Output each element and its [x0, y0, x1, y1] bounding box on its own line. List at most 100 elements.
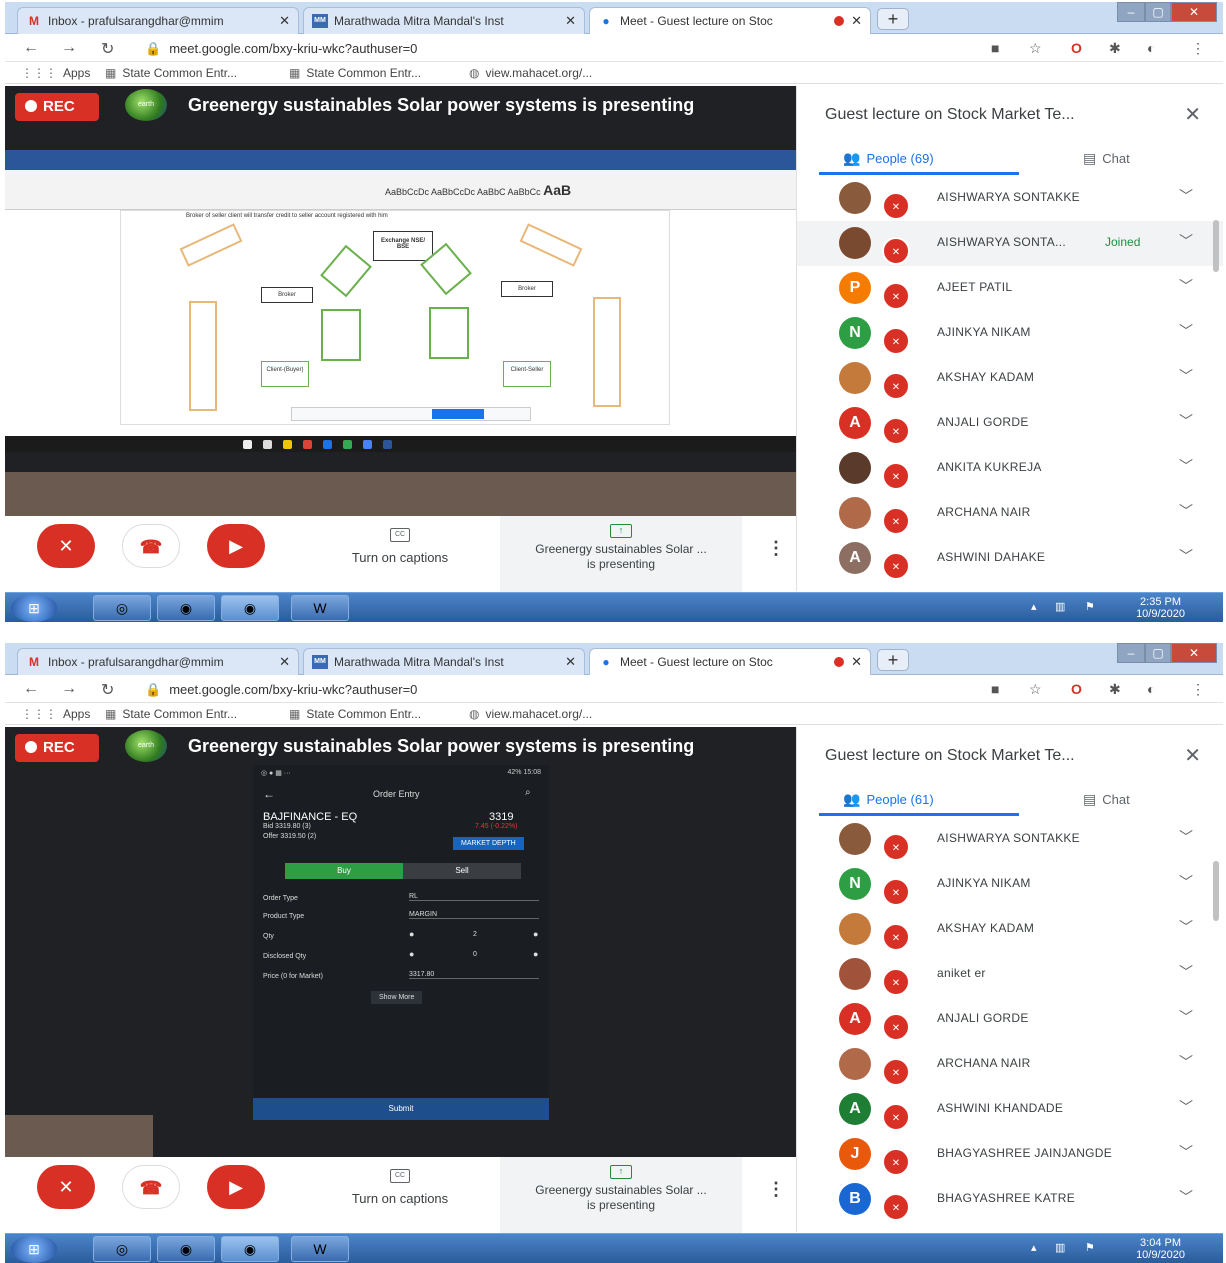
- price-input[interactable]: 3317.80: [409, 971, 539, 979]
- presenting-button[interactable]: ↑ Greenergy sustainables Solar ... is pr…: [500, 516, 742, 592]
- phone-search-icon[interactable]: ⌕: [525, 787, 531, 798]
- participant-row[interactable]: ✕ ARCHANA NAIR ﹀: [797, 491, 1223, 536]
- tray-network-icon[interactable]: ▥: [1055, 600, 1065, 613]
- close-window-icon[interactable]: ✕: [1171, 643, 1217, 663]
- bookmark-1[interactable]: ▦ State Common Entr...: [105, 707, 237, 721]
- bookmark-1[interactable]: ▦ State Common Entr...: [105, 66, 237, 80]
- taskbar-chrome-active-icon[interactable]: ◉: [221, 1236, 279, 1262]
- close-tab-icon[interactable]: ✕: [851, 13, 862, 29]
- tab-mmm[interactable]: MM Marathwada Mitra Mandal's Inst ✕: [303, 7, 585, 34]
- participant-row[interactable]: J ✕ BHAGYASHREE JAINJANGDE ﹀: [797, 1132, 1223, 1177]
- chevron-down-icon[interactable]: ﹀: [1179, 1187, 1193, 1207]
- url-field[interactable]: 🔒 meet.google.com/bxy-kriu-wkc?authuser=0: [145, 682, 417, 698]
- taskbar-chrome-icon[interactable]: ◉: [157, 595, 215, 621]
- taskbar-chrome-icon[interactable]: ◉: [157, 1236, 215, 1262]
- extensions-icon[interactable]: ✱: [1109, 681, 1121, 698]
- mic-off-button[interactable]: ✕: [37, 524, 95, 568]
- participant-row[interactable]: ✕ AKSHAY KADAM ﹀: [797, 907, 1223, 952]
- participant-row[interactable]: ✕ AKSHAY KADAM ﹀: [797, 356, 1223, 401]
- participant-row[interactable]: B ✕ BHAGYASHREE KATRE ﹀: [797, 1177, 1223, 1222]
- forward-icon[interactable]: →: [61, 39, 77, 57]
- panel-scrollbar[interactable]: [1213, 861, 1219, 921]
- participant-row[interactable]: ✕ ARCHANA NAIR ﹀: [797, 1042, 1223, 1087]
- disclosed-plus-icon[interactable]: ●: [533, 949, 538, 959]
- chevron-down-icon[interactable]: ﹀: [1179, 962, 1193, 982]
- forward-icon[interactable]: →: [61, 680, 77, 698]
- opera-icon[interactable]: O: [1071, 40, 1082, 56]
- menu-icon[interactable]: ⋮: [1191, 40, 1205, 57]
- participant-row[interactable]: ✕ AISHWARYA SONTAKKE ﹀: [797, 176, 1223, 221]
- tray-flag-icon[interactable]: ⚑: [1085, 600, 1095, 613]
- chevron-down-icon[interactable]: ﹀: [1179, 1052, 1193, 1072]
- tab-mmm[interactable]: MM Marathwada Mitra Mandal's Inst ✕: [303, 648, 585, 675]
- leave-call-button[interactable]: ☎: [122, 524, 180, 568]
- buy-tab[interactable]: Buy: [285, 863, 403, 879]
- back-icon[interactable]: ←: [23, 39, 39, 57]
- panel-scrollbar[interactable]: [1213, 220, 1219, 272]
- chevron-down-icon[interactable]: ﹀: [1179, 186, 1193, 206]
- taskbar-chrome-active-icon[interactable]: ◉: [221, 595, 279, 621]
- system-clock[interactable]: 3:04 PM 10/9/2020: [1136, 1237, 1185, 1261]
- more-options-icon[interactable]: ⋮: [767, 538, 785, 559]
- tray-flag-icon[interactable]: ⚑: [1085, 1241, 1095, 1254]
- mic-off-button[interactable]: ✕: [37, 1165, 95, 1209]
- qty-input[interactable]: 2: [473, 931, 477, 938]
- tab-people[interactable]: 👥 People (61): [843, 791, 934, 808]
- chevron-down-icon[interactable]: ﹀: [1179, 1097, 1193, 1117]
- chevron-down-icon[interactable]: ﹀: [1179, 411, 1193, 431]
- minimize-icon[interactable]: –: [1117, 643, 1145, 663]
- chevron-down-icon[interactable]: ﹀: [1179, 827, 1193, 847]
- show-more-button[interactable]: Show More: [371, 991, 423, 1004]
- star-icon[interactable]: ☆: [1029, 681, 1042, 698]
- participant-row[interactable]: ✕ AISHWARYA SONTA... Joined ﹀: [797, 221, 1223, 266]
- chevron-down-icon[interactable]: ﹀: [1179, 501, 1193, 521]
- close-tab-icon[interactable]: ✕: [851, 654, 862, 670]
- camera-icon[interactable]: ■: [991, 681, 999, 697]
- bookmark-3[interactable]: ◍ view.mahacet.org/...: [469, 66, 592, 80]
- taskbar-ie-icon[interactable]: ◎: [93, 595, 151, 621]
- participant-row[interactable]: A ✕ ASHWINI KHANDADE ﹀: [797, 1087, 1223, 1132]
- url-field[interactable]: 🔒 meet.google.com/bxy-kriu-wkc?authuser=0: [145, 41, 417, 57]
- captions-button[interactable]: CC Turn on captions: [305, 1165, 495, 1225]
- star-icon[interactable]: ☆: [1029, 40, 1042, 57]
- product-type-select[interactable]: MARGIN: [409, 911, 539, 919]
- more-options-icon[interactable]: ⋮: [767, 1179, 785, 1200]
- phone-back-icon[interactable]: ←: [263, 787, 275, 801]
- close-tab-icon[interactable]: ✕: [279, 13, 290, 29]
- presenting-button[interactable]: ↑ Greenergy sustainables Solar ... is pr…: [500, 1157, 742, 1233]
- chevron-down-icon[interactable]: ﹀: [1179, 456, 1193, 476]
- qty-plus-icon[interactable]: ●: [533, 929, 538, 939]
- participant-row[interactable]: ✕ AISHWARYA SONTAKKE ﹀: [797, 817, 1223, 862]
- tab-gmail[interactable]: M Inbox - prafulsarangdhar@mmim ✕: [17, 7, 299, 34]
- tray-network-icon[interactable]: ▥: [1055, 1241, 1065, 1254]
- reload-icon[interactable]: ↻: [101, 680, 114, 700]
- chevron-down-icon[interactable]: ﹀: [1179, 546, 1193, 566]
- close-tab-icon[interactable]: ✕: [565, 654, 576, 670]
- chevron-down-icon[interactable]: ﹀: [1179, 872, 1193, 892]
- back-icon[interactable]: ←: [23, 680, 39, 698]
- participant-row[interactable]: A ✕ ANJALI GORDE ﹀: [797, 997, 1223, 1042]
- close-panel-icon[interactable]: ✕: [1184, 102, 1201, 127]
- bookmark-apps[interactable]: ⋮⋮⋮ Apps: [21, 707, 90, 721]
- qty-minus-icon[interactable]: ●: [409, 929, 414, 939]
- participant-row[interactable]: A ✕ ANJALI GORDE ﹀: [797, 401, 1223, 446]
- captions-button[interactable]: CC Turn on captions: [305, 524, 495, 584]
- stop-sharing-button[interactable]: [432, 409, 484, 419]
- submit-button[interactable]: Submit: [253, 1098, 549, 1120]
- taskbar-word-icon[interactable]: W: [291, 1236, 349, 1262]
- opera-icon[interactable]: O: [1071, 681, 1082, 697]
- bookmark-2[interactable]: ▦ State Common Entr...: [289, 707, 421, 721]
- camera-icon[interactable]: ■: [991, 40, 999, 56]
- minimize-icon[interactable]: –: [1117, 2, 1145, 22]
- chevron-down-icon[interactable]: ﹀: [1179, 231, 1193, 251]
- participant-row[interactable]: ✕ aniket er ﹀: [797, 952, 1223, 997]
- camera-off-button[interactable]: ▶: [207, 524, 265, 568]
- tab-chat[interactable]: ▤ Chat: [1083, 791, 1130, 808]
- bookmark-apps[interactable]: ⋮⋮⋮ Apps: [21, 66, 90, 80]
- disclosed-minus-icon[interactable]: ●: [409, 949, 414, 959]
- maximize-icon[interactable]: ▢: [1145, 643, 1171, 663]
- bookmark-3[interactable]: ◍ view.mahacet.org/...: [469, 707, 592, 721]
- chevron-down-icon[interactable]: ﹀: [1179, 366, 1193, 386]
- tab-meet[interactable]: ● Meet - Guest lecture on Stoc ✕: [589, 7, 871, 34]
- taskbar-ie-icon[interactable]: ◎: [93, 1236, 151, 1262]
